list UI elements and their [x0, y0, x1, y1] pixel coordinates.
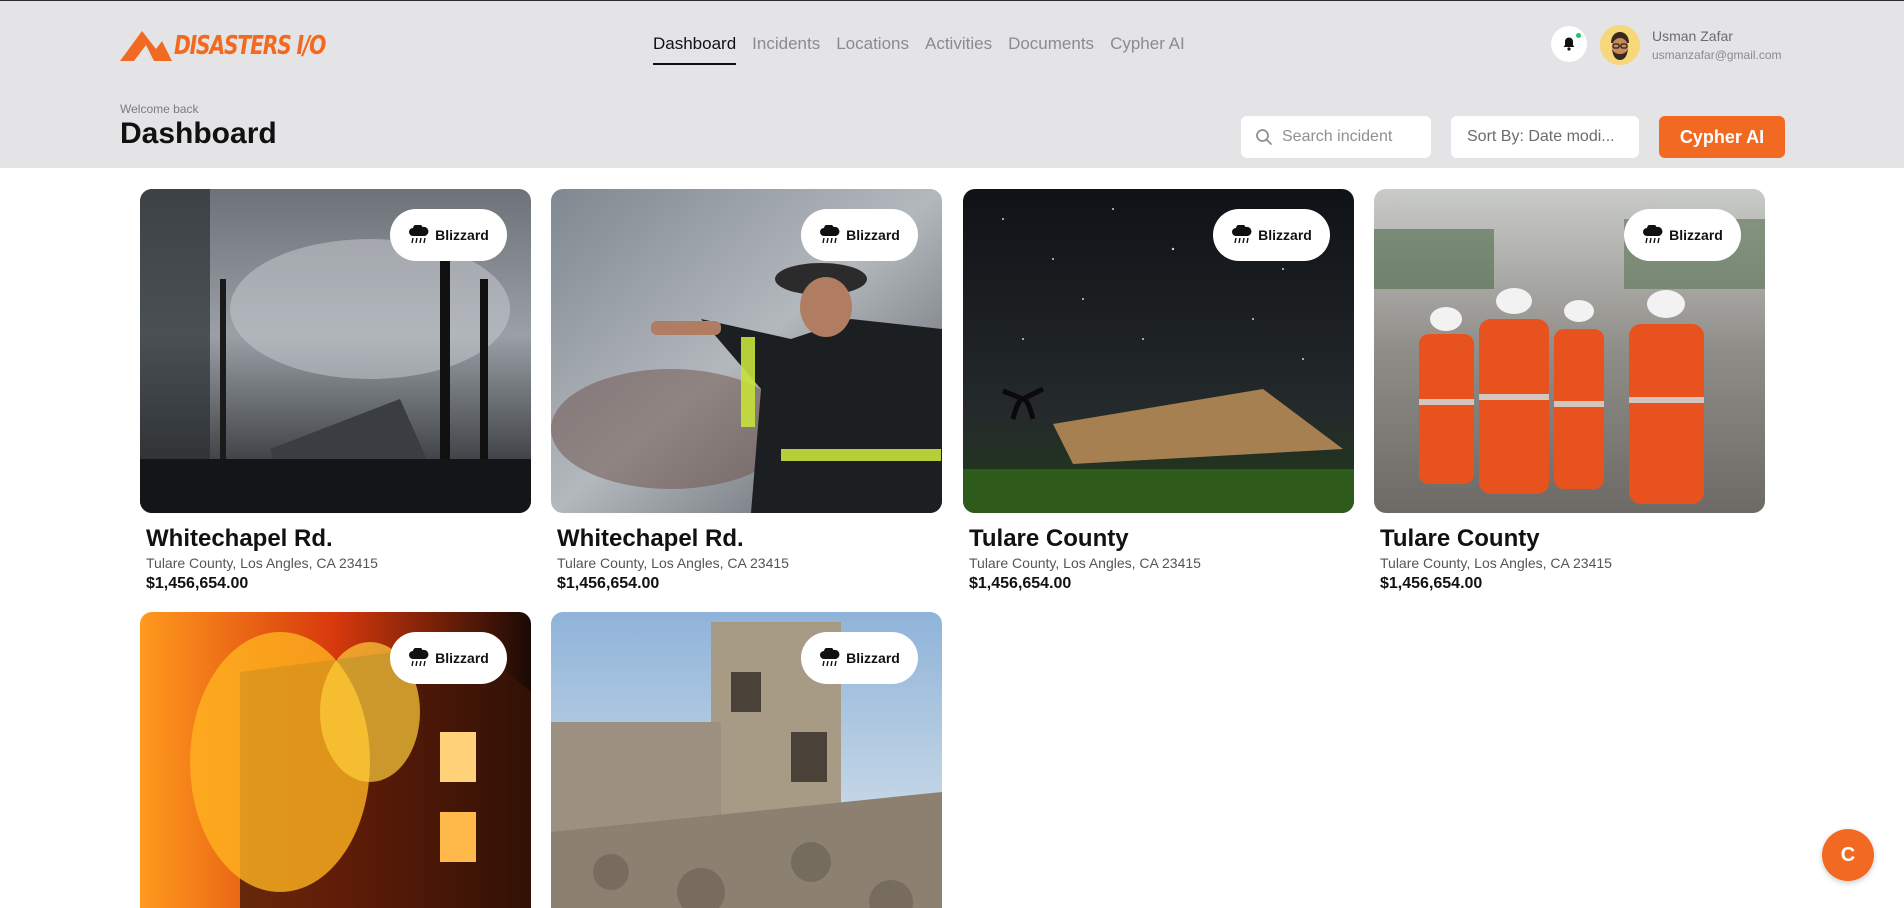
nav-activities[interactable]: Activities	[925, 34, 992, 65]
user-email: usmanzafar@gmail.com	[1652, 48, 1782, 62]
cloud-rain-icon	[409, 648, 429, 667]
disaster-type-badge: Blizzard	[801, 209, 918, 261]
disaster-type-badge: Blizzard	[390, 632, 507, 684]
badge-label: Blizzard	[846, 650, 900, 666]
incident-image: Blizzard	[1374, 189, 1765, 513]
card-price: $1,456,654.00	[557, 575, 660, 592]
incident-image: Blizzard	[551, 189, 942, 513]
cloud-rain-icon	[1232, 225, 1252, 244]
card-title: Tulare County	[1380, 525, 1540, 552]
card-price: $1,456,654.00	[146, 575, 249, 592]
brand-logo[interactable]: DISASTERS I/O	[120, 29, 368, 63]
badge-label: Blizzard	[846, 227, 900, 243]
search-box[interactable]	[1241, 116, 1431, 158]
top-header: DISASTERS I/O Dashboard Incidents Locati…	[0, 0, 1904, 168]
bell-icon	[1563, 37, 1575, 51]
notification-dot	[1575, 32, 1582, 39]
card-title: Whitechapel Rd.	[146, 525, 333, 552]
incident-card[interactable]: Blizzard Tulare County Tulare County, Lo…	[963, 189, 1354, 593]
incident-image: Blizzard	[551, 612, 942, 908]
nav-dashboard[interactable]: Dashboard	[653, 34, 737, 65]
incident-card[interactable]: Blizzard Whitechapel Rd. Tulare County, …	[551, 189, 942, 593]
card-address: Tulare County, Los Angles, CA 23415	[1380, 555, 1612, 571]
card-price: $1,456,654.00	[1380, 575, 1483, 592]
page-title: Dashboard	[120, 117, 277, 150]
cloud-rain-icon	[409, 225, 429, 244]
card-address: Tulare County, Los Angles, CA 23415	[557, 555, 789, 571]
user-name: Usman Zafar	[1652, 28, 1733, 44]
badge-label: Blizzard	[1258, 227, 1312, 243]
cloud-rain-icon	[1643, 225, 1663, 244]
card-title: Whitechapel Rd.	[557, 525, 744, 552]
cloud-rain-icon	[820, 225, 840, 244]
badge-label: Blizzard	[435, 227, 489, 243]
incident-image: Blizzard	[140, 189, 531, 513]
incident-card[interactable]: Blizzard	[551, 612, 942, 908]
disaster-type-badge: Blizzard	[801, 632, 918, 684]
brand-name: DISASTERS I/O	[174, 31, 326, 61]
card-address: Tulare County, Los Angles, CA 23415	[969, 555, 1201, 571]
incident-card[interactable]: Blizzard Whitechapel Rd. Tulare County, …	[140, 189, 531, 593]
nav-cypher-ai[interactable]: Cypher AI	[1110, 34, 1185, 65]
incident-card[interactable]: Blizzard Tulare County Tulare County, Lo…	[1374, 189, 1765, 593]
incident-image: Blizzard	[140, 612, 531, 908]
card-price: $1,456,654.00	[969, 575, 1072, 592]
nav-documents[interactable]: Documents	[1008, 34, 1094, 65]
cypher-ai-button[interactable]: Cypher AI	[1659, 116, 1785, 158]
nav-locations[interactable]: Locations	[836, 34, 909, 65]
welcome-text: Welcome back	[120, 102, 199, 116]
notifications-button[interactable]	[1551, 26, 1587, 62]
nav-incidents[interactable]: Incidents	[752, 34, 820, 65]
search-input[interactable]	[1282, 128, 1417, 146]
incident-card[interactable]: Blizzard	[140, 612, 531, 908]
disaster-type-badge: Blizzard	[1213, 209, 1330, 261]
cloud-rain-icon	[820, 648, 840, 667]
card-title: Tulare County	[969, 525, 1129, 552]
user-avatar[interactable]	[1600, 25, 1640, 65]
mountain-logo-icon	[120, 31, 172, 61]
disaster-type-badge: Blizzard	[390, 209, 507, 261]
avatar-face-icon	[1600, 25, 1640, 65]
search-icon	[1256, 129, 1272, 145]
main-nav: Dashboard Incidents Locations Activities…	[653, 34, 1185, 65]
chat-fab-button[interactable]: C	[1822, 829, 1874, 881]
card-address: Tulare County, Los Angles, CA 23415	[146, 555, 378, 571]
badge-label: Blizzard	[435, 650, 489, 666]
sort-dropdown[interactable]: Sort By: Date modi...	[1451, 116, 1639, 158]
badge-label: Blizzard	[1669, 227, 1723, 243]
incident-image: Blizzard	[963, 189, 1354, 513]
disaster-type-badge: Blizzard	[1624, 209, 1741, 261]
